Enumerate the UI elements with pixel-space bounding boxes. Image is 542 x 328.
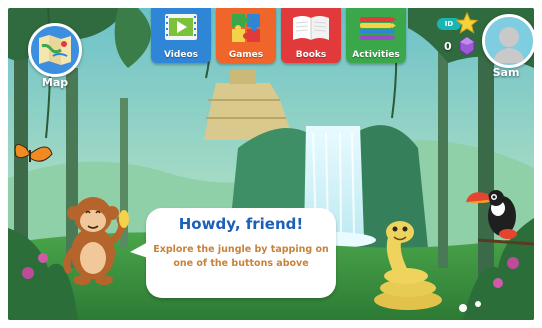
gem-icon <box>459 36 475 56</box>
film-video-icon <box>165 14 197 40</box>
videos-button[interactable]: Videos <box>151 8 211 63</box>
activities-label: Activities <box>352 50 400 60</box>
games-label: Games <box>228 50 264 60</box>
gem-count: 0 <box>444 40 452 53</box>
welcome-title: Howdy, friend! <box>178 215 304 233</box>
welcome-speech-bubble: Howdy, friend! Explore the jungle by tap… <box>146 208 336 298</box>
games-button[interactable]: Games <box>216 8 276 63</box>
map-button[interactable] <box>28 23 82 77</box>
open-book-icon <box>293 16 329 40</box>
puzzle-icon <box>232 14 260 42</box>
profile-avatar-button[interactable] <box>482 14 534 68</box>
star-icon <box>456 12 478 34</box>
videos-label: Videos <box>164 50 198 60</box>
profile-name-label: Sam <box>492 66 520 79</box>
crayons-icon <box>360 17 396 40</box>
activities-button[interactable]: Activities <box>346 8 406 63</box>
books-button[interactable]: Books <box>281 8 341 63</box>
map-label: Map <box>41 76 69 89</box>
avatar-silhouette-icon <box>493 27 525 63</box>
speech-bubble-tail <box>130 242 148 258</box>
welcome-message: Explore the jungle by tapping on one of … <box>153 244 329 269</box>
books-label: Books <box>295 50 327 60</box>
game-screen: Videos Games Books Activities Map ID 0 S… <box>8 8 534 320</box>
folded-map-icon <box>39 35 71 65</box>
